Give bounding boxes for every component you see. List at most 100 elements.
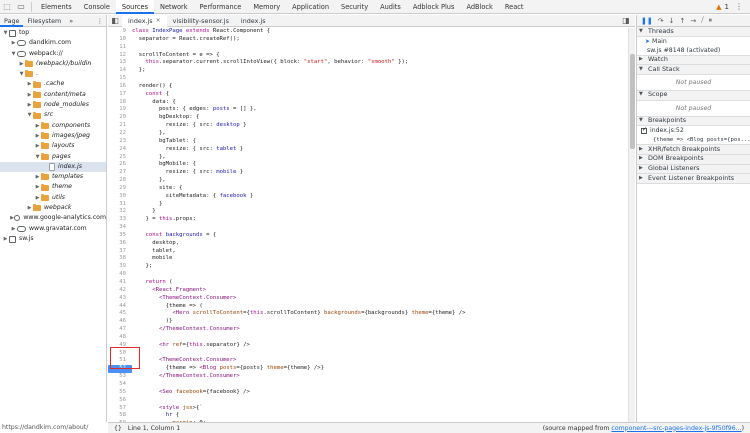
code-line[interactable]: 39 };: [108, 263, 628, 271]
code-line[interactable]: 57 <style jsx>{`: [108, 405, 628, 413]
line-number[interactable]: 18: [108, 99, 132, 107]
code-line[interactable]: 41 return (: [108, 279, 628, 287]
line-number[interactable]: 50: [108, 350, 132, 358]
code-line[interactable]: 30 siteMetadata: { facebook }: [108, 193, 628, 201]
line-number[interactable]: 43: [108, 295, 132, 303]
line-number[interactable]: 37: [108, 248, 132, 256]
tab-memory[interactable]: Memory: [247, 0, 286, 14]
expanded-icon[interactable]: ▼: [10, 49, 17, 59]
tree-item[interactable]: ▶ www.google-analytics.com: [0, 213, 106, 223]
scope-header[interactable]: ▼ Scope: [637, 90, 750, 101]
code-line[interactable]: 45 <Hero scrollToContent={this.scrollToC…: [108, 310, 628, 318]
tab-react[interactable]: React: [499, 0, 530, 14]
collapsed-icon[interactable]: ▶: [26, 90, 33, 100]
code-line[interactable]: 35 const backgrounds = {: [108, 232, 628, 240]
line-number[interactable]: 27: [108, 169, 132, 177]
line-number[interactable]: 10: [108, 36, 132, 44]
code-line[interactable]: 36 desktop,: [108, 240, 628, 248]
code-line[interactable]: 16 render() {: [108, 83, 628, 91]
expanded-icon[interactable]: ▼: [34, 152, 41, 162]
line-number[interactable]: 22: [108, 130, 132, 138]
device-toolbar-icon[interactable]: ▭: [14, 0, 28, 14]
line-number[interactable]: 33: [108, 216, 132, 224]
collapsed-icon[interactable]: ▶: [2, 234, 9, 244]
line-number[interactable]: 40: [108, 271, 132, 279]
collapsed-icon[interactable]: ▶: [34, 172, 41, 182]
code-line[interactable]: 49 <hr ref={this.separator} />: [108, 342, 628, 350]
line-number[interactable]: 14: [108, 67, 132, 75]
tree-item[interactable]: ▼ pages: [0, 152, 106, 162]
line-number[interactable]: 38: [108, 255, 132, 263]
code-line[interactable]: 50: [108, 350, 628, 358]
line-number[interactable]: 31: [108, 201, 132, 209]
collapsed-icon[interactable]: ▶: [34, 182, 41, 192]
line-number[interactable]: 55: [108, 389, 132, 397]
collapsed-icon[interactable]: ▶: [34, 141, 41, 151]
line-number[interactable]: 42: [108, 287, 132, 295]
collapsed-icon[interactable]: ▶: [26, 203, 33, 213]
code-line[interactable]: 55 <Seo facebook={facebook} />: [108, 389, 628, 397]
code-line[interactable]: 15: [108, 75, 628, 83]
step-over-icon[interactable]: ↷: [658, 17, 664, 25]
tree-item[interactable]: ▶ content/meta: [0, 90, 106, 100]
code-line[interactable]: 56: [108, 397, 628, 405]
code-line[interactable]: 17 const {: [108, 91, 628, 99]
code-line[interactable]: 19 posts: { edges: posts = [] },: [108, 106, 628, 114]
tree-item[interactable]: ▶ .cache: [0, 79, 106, 89]
tab-application[interactable]: Application: [286, 0, 335, 14]
collapsed-icon[interactable]: ▶: [34, 121, 41, 131]
editor-tab[interactable]: index.js: [235, 15, 272, 27]
scrollbar-thumb[interactable]: [630, 54, 635, 149]
line-number[interactable]: 16: [108, 83, 132, 91]
code-line[interactable]: 26 bgMobile: {: [108, 161, 628, 169]
tree-item[interactable]: ▶ www.gravatar.com: [0, 224, 106, 234]
tab-adblock-plus[interactable]: Adblock Plus: [407, 0, 461, 14]
tree-item[interactable]: ▶ node_modules: [0, 100, 106, 110]
tree-item[interactable]: ▶ dandkim.com: [0, 38, 106, 48]
line-number[interactable]: 45: [108, 310, 132, 318]
pretty-print-button[interactable]: {}: [114, 425, 122, 432]
code-line[interactable]: 52 {theme => <Blog posts={posts} theme={…: [108, 365, 628, 374]
breakpoint-marker[interactable]: 52: [108, 365, 132, 374]
line-number[interactable]: 57: [108, 405, 132, 413]
tree-item[interactable]: ▶ theme: [0, 182, 106, 192]
code-line[interactable]: 22 },: [108, 130, 628, 138]
line-number[interactable]: 19: [108, 106, 132, 114]
code-line[interactable]: 51 <ThemeContext.Consumer>: [108, 357, 628, 365]
line-number[interactable]: 54: [108, 381, 132, 389]
collapsed-icon[interactable]: ▶: [10, 38, 17, 48]
line-number[interactable]: 21: [108, 122, 132, 130]
tree-item[interactable]: ▶ utils: [0, 193, 106, 203]
warning-icon[interactable]: ▲: [716, 3, 721, 11]
toggle-debugger-icon[interactable]: ◨: [621, 14, 635, 28]
collapsed-icon[interactable]: ▶: [18, 59, 25, 69]
code-line[interactable]: 33 } = this.props;: [108, 216, 628, 224]
pause-resume-icon[interactable]: ❚❚: [641, 17, 653, 25]
tree-item[interactable]: ▶ layouts: [0, 141, 106, 151]
code-line[interactable]: 48: [108, 334, 628, 342]
code-line[interactable]: 29 site: {: [108, 185, 628, 193]
code-line[interactable]: 53 </ThemeContext.Consumer>: [108, 373, 628, 381]
code-line[interactable]: 43 <ThemeContext.Consumer>: [108, 295, 628, 303]
tab-elements[interactable]: Elements: [35, 0, 78, 14]
line-number[interactable]: 26: [108, 161, 132, 169]
code-line[interactable]: 58 hr {: [108, 412, 628, 420]
line-number[interactable]: 49: [108, 342, 132, 350]
tab-adblock[interactable]: AdBlock: [460, 0, 498, 14]
code-line[interactable]: 42 <React.Fragment>: [108, 287, 628, 295]
editor-tab[interactable]: visibility-sensor.js: [167, 15, 235, 27]
tab-audits[interactable]: Audits: [374, 0, 407, 14]
tab-console[interactable]: Console: [78, 0, 116, 14]
code-line[interactable]: 14 };: [108, 67, 628, 75]
inspect-element-icon[interactable]: ⬚: [0, 0, 14, 14]
expanded-icon[interactable]: ▼: [18, 69, 25, 79]
code-line[interactable]: 23 bgTablet: {: [108, 138, 628, 146]
line-number[interactable]: 30: [108, 193, 132, 201]
collapsed-icon[interactable]: ▶: [10, 224, 17, 234]
collapsed-icon[interactable]: ▶: [26, 79, 33, 89]
code-line[interactable]: 32 }: [108, 208, 628, 216]
code-line[interactable]: 10 separator = React.createRef();: [108, 36, 628, 44]
code-line[interactable]: 44 {theme => (: [108, 303, 628, 311]
line-number[interactable]: 47: [108, 326, 132, 334]
line-number[interactable]: 28: [108, 177, 132, 185]
